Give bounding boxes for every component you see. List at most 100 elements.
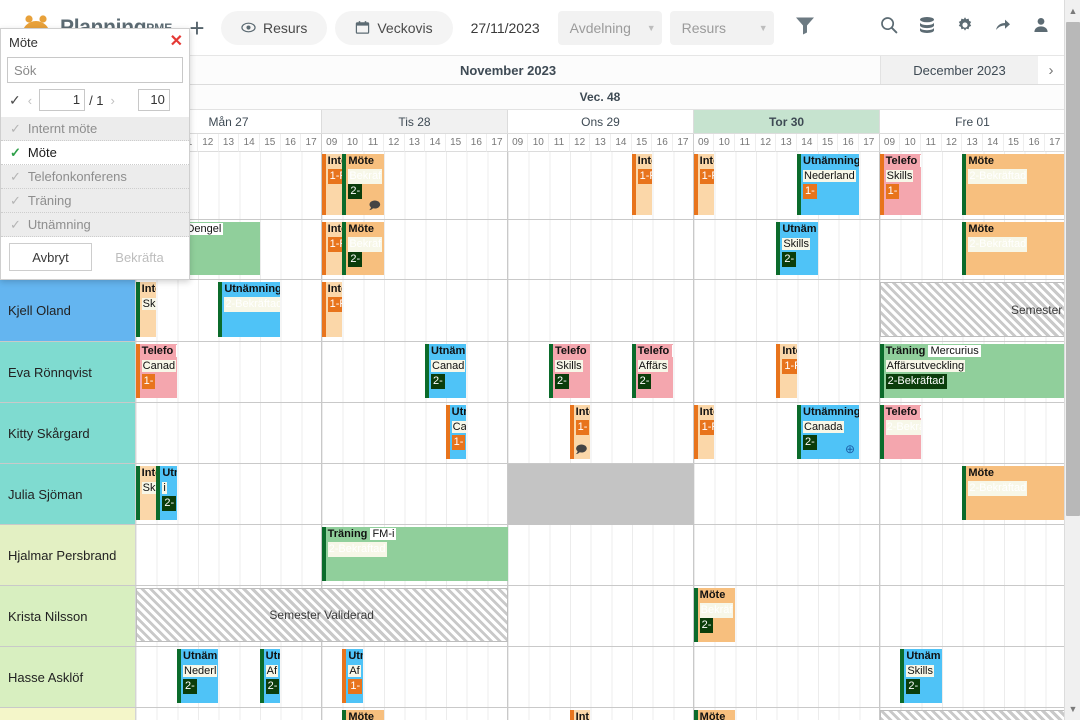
event-block[interactable]: Utnäm TargetSkills 2- [900, 649, 942, 703]
resource-select[interactable]: Resurs ▼ [669, 10, 774, 45]
vertical-scrollbar[interactable]: ▲ ▼ [1064, 0, 1080, 720]
row-track[interactable]: Internt möte 1-Planerad Möte Bekräf2- 🗩 Inter… [136, 152, 1080, 219]
row-track[interactable]: Träning FM-i2-BekräftadUtnämning Dengel2… [136, 525, 1080, 585]
row-track[interactable]: Internt möte TaSkUtnäm FMi 2- Möte 2-Bekräf… [135, 464, 1080, 525]
confirm-button[interactable]: Bekräfta [98, 243, 181, 271]
date-picker[interactable]: 27/11/2023 [461, 11, 550, 45]
event-block[interactable]: Möte 2-Bekräftad [962, 466, 1066, 520]
event-block[interactable]: Utnäm TargetSkills 2- [776, 222, 818, 275]
event-block[interactable]: Internt möte 1-Planerad [321, 154, 343, 215]
event-block[interactable]: Möte Bekräf 2- 🗩 [342, 154, 384, 215]
absence-block[interactable]: särskild ledighet På begäran [879, 710, 1066, 720]
row-track[interactable]: Utnäm PlanniNederl2- Utn MeAf2- Utn MeAf1-… [136, 647, 1066, 707]
confirm-check-icon[interactable]: ✓ [9, 92, 21, 109]
next-period-button[interactable]: › [1038, 56, 1064, 84]
resource-row[interactable]: Eva RönnqvistTelefo PlanniCanad1-Utnäm P… [0, 342, 1080, 403]
resource-row[interactable]: Kitty Skårgard Utn PlaCa 1- Internt möte 1- 🗩… [0, 403, 1080, 464]
search-button[interactable] [872, 11, 906, 45]
event-block[interactable]: Telefo Konog2-Bekräf [879, 405, 921, 459]
cancel-button[interactable]: Avbryt [9, 243, 92, 271]
next-page-icon[interactable]: › [108, 93, 118, 108]
add-icon[interactable]: ⊕ [845, 442, 855, 457]
resource-label[interactable]: Julia Sjöman [0, 464, 136, 524]
row-track[interactable]: Semester Validerad Möte Bekräf 2- [135, 586, 1066, 646]
scroll-up-icon[interactable]: ▲ [1065, 2, 1080, 20]
resource-label[interactable] [0, 708, 136, 720]
row-track[interactable]: Utn PlaCa 1- Internt möte 1- 🗩 Internt möte 1-… [136, 403, 1080, 463]
absence-block[interactable]: Semester På begäran🗩 [879, 282, 1080, 337]
scroll-down-icon[interactable]: ▼ [1065, 700, 1080, 718]
day-header-2[interactable]: Ons 29 [508, 110, 694, 134]
resource-row[interactable]: Hasse Asklöf Utnäm PlanniNederl2- Utn MeAf… [0, 647, 1080, 708]
event-block[interactable]: Träning FM-i 2-Bekräftad [321, 527, 508, 581]
event-block[interactable]: Utn MeAf 1- [342, 649, 363, 703]
event-block[interactable]: Telefo TargetSkills2- [549, 344, 591, 398]
resource-row[interactable]: Hjalmar Persbrand Träning FM-i 2-Bekräftad… [0, 525, 1080, 586]
day-header-3[interactable]: Tor 30 [694, 110, 880, 134]
resource-row[interactable]: Julia SjömanInternt möte TaSkUtnäm FMi2-… [0, 464, 1080, 525]
event-block[interactable]: Internt möte 1-Pla [631, 154, 653, 215]
database-button[interactable] [910, 11, 944, 45]
resource-row[interactable]: Kjell OlandInternt möte TaSk Utnämning FM… [0, 280, 1080, 342]
prev-page-icon[interactable]: ‹ [25, 93, 35, 108]
resource-label[interactable]: Kjell Oland [0, 280, 136, 341]
month-next-label[interactable]: December 2023 [880, 56, 1038, 84]
event-block[interactable]: Int [569, 710, 591, 720]
filter-option-3[interactable]: ✓ Träning [1, 189, 189, 213]
share-button[interactable] [986, 11, 1020, 45]
event-block[interactable]: Möte 2-Bekräftad [962, 222, 1066, 275]
event-block[interactable]: Utnäm PlanniCanad 2- [425, 344, 467, 398]
settings-button[interactable] [948, 11, 982, 45]
event-block[interactable]: Möte2- [342, 710, 384, 720]
resource-label[interactable]: Krista Nilsson [0, 586, 136, 646]
scrollbar-thumb[interactable] [1066, 22, 1080, 516]
filter-option-4[interactable]: ✓ Utnämning [1, 213, 189, 237]
event-block[interactable]: Möte Bekräf 2- [693, 588, 735, 642]
resource-row[interactable]: Möte2- Int Möte2- särskild ledighet På begä… [0, 708, 1080, 720]
row-track[interactable]: Träning DengelenInternt möte1-PlMöteBekr… [135, 220, 1066, 279]
absence-block[interactable]: Semester Validerad [135, 588, 508, 642]
event-block[interactable]: Internt möte 1- 🗩 [569, 405, 591, 459]
event-block[interactable]: Internt möte 1-Pl [321, 222, 343, 275]
event-block[interactable]: Internt möte TaSk [135, 282, 157, 337]
month-current[interactable]: November 2023 [136, 56, 880, 84]
period-pill[interactable]: Veckovis [335, 10, 453, 45]
event-block[interactable]: Utn MeAf 2- [259, 649, 281, 703]
resource-label[interactable]: Eva Rönnqvist [0, 342, 136, 402]
user-button[interactable] [1024, 11, 1058, 45]
event-block[interactable]: Utnäm PlanniNederl 2- [177, 649, 219, 703]
filter-button[interactable] [788, 11, 822, 45]
event-block[interactable]: Träning Mercurius Affärsutveckling 2-Bekrä… [879, 344, 1066, 398]
resource-row[interactable]: Krista Nilsson Semester Validerad Möte Bekr… [0, 586, 1080, 647]
event-block[interactable]: Utnämning FM-i2-Bekräftad [218, 282, 281, 337]
event-block[interactable]: Möte 2-Bekräftad [962, 154, 1066, 215]
department-select[interactable]: Avdelning ▼ [557, 10, 662, 45]
event-block[interactable]: Utnämning PlanningPCanada 2- ⊕ [797, 405, 859, 459]
day-header-4[interactable]: Fre 01 [880, 110, 1066, 134]
event-block[interactable]: Utn PlaCa 1- [445, 405, 467, 459]
event-block[interactable]: Internt möte 1-Pl [776, 344, 797, 398]
event-block[interactable]: Internt möte 1-Pl [693, 154, 715, 215]
row-track[interactable]: Internt möte TaSk Utnämning FM-i2-Bekräft… [135, 280, 1080, 341]
event-block[interactable]: Telefo TargetSkills1- [879, 154, 921, 215]
row-track[interactable]: Telefo PlanniCanad1-Utnäm PlanniCanad2-T… [135, 342, 1080, 402]
resource-label[interactable]: Hjalmar Persbrand [0, 525, 136, 585]
row-track[interactable]: Möte2- Int Möte2- särskild ledighet På begä… [136, 708, 1066, 720]
page-number-input[interactable]: 1 [39, 89, 86, 111]
page-size-input[interactable]: 10 [137, 89, 170, 111]
event-block[interactable]: Telefo MercuAffärs2- [631, 344, 673, 398]
event-block[interactable]: Möte Bekräf 2- [342, 222, 384, 275]
close-icon[interactable]: ✕ [170, 34, 183, 50]
filter-option-0[interactable]: ✓ Internt möte [1, 117, 189, 141]
event-block[interactable]: Internt möte 1-Pl [321, 282, 343, 337]
resource-label[interactable]: Hasse Asklöf [0, 647, 136, 707]
filter-search-input[interactable]: Sök [7, 57, 183, 83]
resource-view-pill[interactable]: Resurs [221, 10, 328, 45]
event-block[interactable]: Utnäm FMi 2- [156, 466, 177, 520]
event-block[interactable]: Utnämning PlanningPNederland 1- [797, 154, 859, 215]
resource-label[interactable]: Kitty Skårgard [0, 403, 136, 463]
filter-option-2[interactable]: ✓ Telefonkonferens [1, 165, 189, 189]
filter-option-1[interactable]: ✓ Möte [1, 141, 189, 165]
event-block[interactable]: Möte2- [693, 710, 735, 720]
day-header-1[interactable]: Tis 28 [322, 110, 508, 134]
